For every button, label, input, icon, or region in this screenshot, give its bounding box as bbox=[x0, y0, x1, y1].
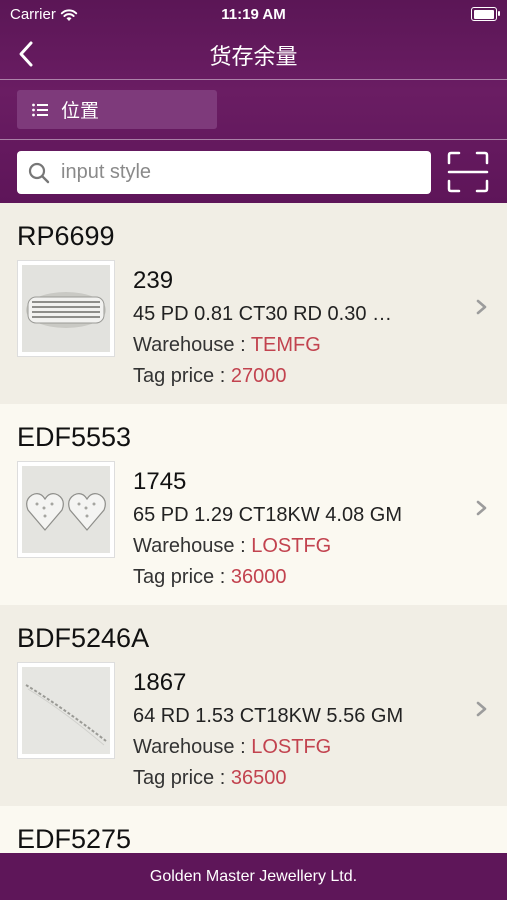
chevron-right-icon bbox=[476, 701, 487, 717]
stock-list: RP6699 239 45 PD 0.81 CT30 RD 0.30 … War… bbox=[0, 203, 507, 866]
location-filter-button[interactable]: 位置 bbox=[17, 90, 217, 129]
warehouse-row: Warehouse : LOSTFG bbox=[133, 735, 423, 760]
app-header: Carrier 11:19 AM 货存余量 位置 bbox=[0, 0, 507, 203]
ring-image bbox=[22, 265, 110, 352]
bracelet-image bbox=[22, 667, 110, 754]
item-description: 65 PD 1.29 CT18KW 4.08 GM bbox=[133, 504, 403, 526]
location-filter-label: 位置 bbox=[61, 100, 100, 122]
header-divider-2 bbox=[0, 139, 507, 140]
item-code: EDF5553 bbox=[17, 422, 132, 452]
nav-bar: 货存余量 bbox=[0, 30, 507, 78]
search-box[interactable] bbox=[17, 151, 431, 194]
warehouse-label: Warehouse : bbox=[133, 736, 252, 758]
header-divider bbox=[0, 79, 507, 80]
search-icon bbox=[28, 162, 50, 183]
status-bar: Carrier 11:19 AM bbox=[0, 0, 507, 28]
chevron-right-icon bbox=[476, 299, 487, 315]
warehouse-value: LOSTFG bbox=[251, 736, 332, 758]
item-code: BDF5246A bbox=[17, 623, 150, 653]
search-input[interactable] bbox=[59, 160, 403, 185]
warehouse-value: LOSTFG bbox=[251, 535, 332, 557]
item-info: 239 45 PD 0.81 CT30 RD 0.30 … Warehouse … bbox=[133, 266, 423, 389]
footer-bar: Golden Master Jewellery Ltd. bbox=[0, 853, 507, 900]
warehouse-value: TEMFG bbox=[250, 334, 321, 356]
price-label: Tag price : bbox=[133, 767, 231, 789]
item-quantity: 239 bbox=[133, 267, 174, 294]
heart-earrings-image bbox=[22, 466, 110, 553]
list-icon bbox=[32, 103, 48, 116]
item-info: 1745 65 PD 1.29 CT18KW 4.08 GM Warehouse… bbox=[133, 467, 423, 590]
warehouse-label: Warehouse : bbox=[133, 535, 252, 557]
product-thumbnail bbox=[17, 260, 115, 357]
item-info: 1867 64 RD 1.53 CT18KW 5.56 GM Warehouse… bbox=[133, 668, 423, 791]
price-value: 27000 bbox=[230, 365, 287, 387]
price-value: 36000 bbox=[230, 566, 287, 588]
item-code: EDF5275 bbox=[17, 824, 132, 854]
battery-icon bbox=[471, 7, 500, 21]
item-quantity: 1745 bbox=[133, 468, 187, 495]
item-description: 45 PD 0.81 CT30 RD 0.30 … bbox=[133, 303, 393, 325]
list-item[interactable]: BDF5246A 1867 64 RD 1.53 CT18KW 5.56 GM … bbox=[0, 605, 507, 806]
list-item[interactable]: RP6699 239 45 PD 0.81 CT30 RD 0.30 … War… bbox=[0, 203, 507, 404]
warehouse-label: Warehouse : bbox=[133, 334, 251, 356]
product-thumbnail bbox=[17, 662, 115, 759]
item-quantity: 1867 bbox=[133, 669, 187, 696]
item-code: RP6699 bbox=[17, 221, 115, 251]
price-label: Tag price : bbox=[133, 365, 231, 387]
list-item[interactable]: EDF5553 1745 65 PD 1.29 CT18KW 4.08 GM W… bbox=[0, 404, 507, 605]
chevron-right-icon bbox=[476, 500, 487, 516]
page-title: 货存余量 bbox=[209, 45, 298, 70]
price-value: 36500 bbox=[230, 767, 287, 789]
scan-button[interactable] bbox=[446, 150, 490, 194]
price-row: Tag price : 27000 bbox=[133, 364, 423, 389]
price-row: Tag price : 36000 bbox=[133, 565, 423, 590]
product-thumbnail bbox=[17, 461, 115, 558]
item-description: 64 RD 1.53 CT18KW 5.56 GM bbox=[133, 705, 404, 727]
status-time: 11:19 AM bbox=[221, 6, 286, 23]
price-row: Tag price : 36500 bbox=[133, 766, 423, 791]
price-label: Tag price : bbox=[133, 566, 231, 588]
warehouse-row: Warehouse : TEMFG bbox=[133, 333, 423, 358]
warehouse-row: Warehouse : LOSTFG bbox=[133, 534, 423, 559]
